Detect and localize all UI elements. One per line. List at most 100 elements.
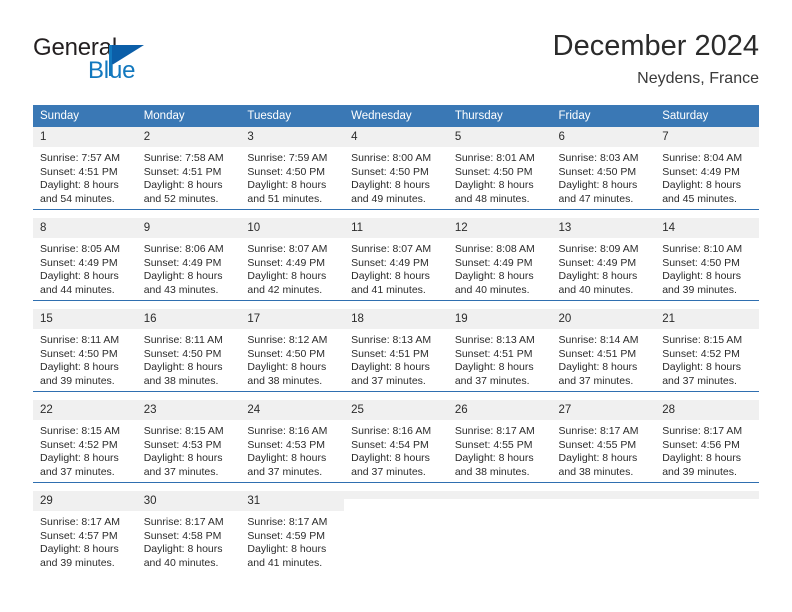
calendar-day-cell[interactable]: 8 Sunrise: 8:05 AM Sunset: 4:49 PM Daylight… — [33, 218, 137, 301]
calendar-day-cell[interactable]: 12 Sunrise: 8:08 AM Sunset: 4:49 PM Dayligh… — [447, 218, 552, 301]
calendar-day-cell[interactable]: 17 Sunrise: 8:12 AM Sunset: 4:50 PM Dayligh… — [240, 309, 345, 392]
calendar-day-cell[interactable]: 16 Sunrise: 8:11 AM Sunset: 4:50 PM Dayligh… — [136, 309, 241, 392]
day-detail: Sunrise: 8:15 AM Sunset: 4:52 PM Daylight:… — [655, 329, 759, 388]
week-separator — [33, 209, 759, 218]
day-detail: Sunrise: 8:17 AM Sunset: 4:58 PM Daylight:… — [137, 511, 241, 570]
day-number — [447, 491, 552, 499]
page-title: December 2024 — [552, 30, 759, 62]
daylight-duration-line1: Daylight: 8 hours — [662, 452, 742, 465]
weekday-header-wednesday: Wednesday — [344, 105, 448, 127]
calendar-day-cell[interactable]: 19 Sunrise: 8:13 AM Sunset: 4:51 PM Dayligh… — [447, 309, 552, 392]
sunrise-time: Sunrise: 8:11 AM — [40, 334, 120, 346]
daylight-duration-line1: Daylight: 8 hours — [662, 361, 742, 374]
calendar-day-cell[interactable]: 29 Sunrise: 8:17 AM Sunset: 4:57 PM Dayligh… — [33, 491, 137, 573]
daylight-duration-line1: Daylight: 8 hours — [247, 452, 327, 465]
day-number: 15 — [33, 309, 137, 329]
calendar-day-cell[interactable]: 6 Sunrise: 8:03 AM Sunset: 4:50 PM Daylight… — [551, 127, 656, 210]
calendar-day-cell[interactable]: 14 Sunrise: 8:10 AM Sunset: 4:50 PM Dayligh… — [655, 218, 759, 301]
daylight-duration-line1: Daylight: 8 hours — [143, 543, 223, 556]
calendar-day-cell[interactable]: 11 Sunrise: 8:07 AM Sunset: 4:49 PM Dayligh… — [344, 218, 448, 301]
calendar-page: General Blue December 2024 Neydens, Fran… — [0, 0, 792, 612]
calendar-day-cell[interactable]: 20 Sunrise: 8:14 AM Sunset: 4:51 PM Dayligh… — [551, 309, 656, 392]
day-number: 30 — [136, 491, 241, 511]
daylight-duration-line1: Daylight: 8 hours — [143, 179, 223, 192]
day-number: 19 — [447, 309, 552, 329]
sunrise-time: Sunrise: 7:58 AM — [143, 152, 224, 164]
daylight-duration-line1: Daylight: 8 hours — [454, 179, 534, 192]
daylight-duration-line2: and 37 minutes. — [558, 374, 634, 387]
daylight-duration-line1: Daylight: 8 hours — [454, 361, 534, 374]
day-detail: Sunrise: 8:05 AM Sunset: 4:49 PM Daylight:… — [33, 238, 137, 297]
calendar-day-cell[interactable]: 18 Sunrise: 8:13 AM Sunset: 4:51 PM Dayligh… — [344, 309, 448, 392]
day-detail: Sunrise: 8:12 AM Sunset: 4:50 PM Daylight:… — [240, 329, 344, 388]
sunset-time: Sunset: 4:53 PM — [143, 438, 222, 451]
day-number: 10 — [240, 218, 345, 238]
calendar-day-cell[interactable]: 5 Sunrise: 8:01 AM Sunset: 4:50 PM Daylight… — [447, 127, 552, 210]
daylight-duration-line2: and 39 minutes. — [662, 283, 737, 296]
daylight-duration-line2: and 37 minutes. — [40, 465, 115, 478]
calendar-day-cell[interactable]: 3 Sunrise: 7:59 AM Sunset: 4:50 PM Daylight… — [240, 127, 345, 210]
calendar-day-cell[interactable]: 30 Sunrise: 8:17 AM Sunset: 4:58 PM Dayligh… — [136, 491, 241, 573]
page-header: General Blue December 2024 Neydens, Fran… — [33, 28, 759, 98]
sunset-time: Sunset: 4:55 PM — [454, 438, 533, 451]
sunset-time: Sunset: 4:51 PM — [40, 165, 118, 178]
calendar-day-cell[interactable]: 15 Sunrise: 8:11 AM Sunset: 4:50 PM Dayligh… — [33, 309, 137, 392]
daylight-duration-line1: Daylight: 8 hours — [558, 452, 638, 465]
week-separator — [33, 391, 759, 400]
calendar-day-cell[interactable]: 24 Sunrise: 8:16 AM Sunset: 4:53 PM Dayligh… — [240, 400, 345, 483]
sunset-time: Sunset: 4:49 PM — [247, 256, 326, 269]
daylight-duration-line1: Daylight: 8 hours — [662, 270, 742, 283]
day-number — [551, 491, 656, 499]
sunrise-time: Sunrise: 7:57 AM — [40, 152, 120, 164]
sunrise-time: Sunrise: 8:05 AM — [40, 243, 120, 255]
day-number: 2 — [136, 127, 241, 147]
daylight-duration-line1: Daylight: 8 hours — [143, 452, 223, 465]
calendar-week-row: 15 Sunrise: 8:11 AM Sunset: 4:50 PM Dayligh… — [33, 309, 759, 392]
daylight-duration-line2: and 38 minutes. — [143, 374, 219, 387]
sunrise-time: Sunrise: 8:10 AM — [662, 243, 743, 255]
calendar-day-cell[interactable]: 9 Sunrise: 8:06 AM Sunset: 4:49 PM Daylight… — [136, 218, 241, 301]
calendar-day-cell[interactable]: 10 Sunrise: 8:07 AM Sunset: 4:49 PM Dayligh… — [240, 218, 345, 301]
calendar-day-cell[interactable]: 23 Sunrise: 8:15 AM Sunset: 4:53 PM Dayligh… — [136, 400, 241, 483]
daylight-duration-line2: and 37 minutes. — [351, 374, 426, 387]
calendar-day-cell[interactable]: 7 Sunrise: 8:04 AM Sunset: 4:49 PM Daylight… — [655, 127, 759, 210]
sunrise-time: Sunrise: 8:17 AM — [247, 516, 328, 528]
calendar-day-cell[interactable]: 21 Sunrise: 8:15 AM Sunset: 4:52 PM Dayligh… — [655, 309, 759, 392]
daylight-duration-line1: Daylight: 8 hours — [662, 179, 742, 192]
sunrise-time: Sunrise: 8:08 AM — [454, 243, 535, 255]
sunrise-time: Sunrise: 8:15 AM — [143, 425, 224, 437]
calendar-day-cell[interactable]: 27 Sunrise: 8:17 AM Sunset: 4:55 PM Dayligh… — [551, 400, 656, 483]
day-number: 14 — [655, 218, 759, 238]
sunset-time: Sunset: 4:51 PM — [351, 347, 429, 360]
calendar-day-cell[interactable]: 26 Sunrise: 8:17 AM Sunset: 4:55 PM Dayligh… — [447, 400, 552, 483]
calendar-day-cell[interactable]: 31 Sunrise: 8:17 AM Sunset: 4:59 PM Dayligh… — [240, 491, 345, 573]
day-detail: Sunrise: 8:07 AM Sunset: 4:49 PM Daylight:… — [344, 238, 448, 297]
day-detail: Sunrise: 8:06 AM Sunset: 4:49 PM Daylight:… — [137, 238, 241, 297]
day-number: 20 — [551, 309, 656, 329]
day-detail: Sunrise: 8:10 AM Sunset: 4:50 PM Daylight:… — [655, 238, 759, 297]
calendar-day-cell[interactable]: 1 Sunrise: 7:57 AM Sunset: 4:51 PM Daylight… — [33, 127, 137, 210]
calendar-day-cell[interactable]: 4 Sunrise: 8:00 AM Sunset: 4:50 PM Daylight… — [344, 127, 448, 210]
day-number: 16 — [136, 309, 241, 329]
calendar-header-row: Sunday Monday Tuesday Wednesday Thursday… — [33, 105, 759, 127]
sunset-time: Sunset: 4:59 PM — [247, 529, 326, 542]
calendar-day-cell[interactable]: 25 Sunrise: 8:16 AM Sunset: 4:54 PM Dayligh… — [344, 400, 448, 483]
daylight-duration-line2: and 52 minutes. — [143, 192, 219, 205]
week-separator — [33, 300, 759, 309]
sunset-time: Sunset: 4:55 PM — [558, 438, 637, 451]
calendar-day-cell[interactable]: 28 Sunrise: 8:17 AM Sunset: 4:56 PM Dayligh… — [655, 400, 759, 483]
daylight-duration-line2: and 42 minutes. — [247, 283, 323, 296]
day-number — [344, 491, 448, 499]
calendar-day-cell[interactable]: 22 Sunrise: 8:15 AM Sunset: 4:52 PM Dayligh… — [33, 400, 137, 483]
calendar-day-cell[interactable]: 13 Sunrise: 8:09 AM Sunset: 4:49 PM Dayligh… — [551, 218, 656, 301]
calendar-day-cell[interactable]: 2 Sunrise: 7:58 AM Sunset: 4:51 PM Daylight… — [136, 127, 241, 210]
day-detail: Sunrise: 8:16 AM Sunset: 4:53 PM Daylight:… — [240, 420, 344, 479]
calendar-week-row: 8 Sunrise: 8:05 AM Sunset: 4:49 PM Daylight… — [33, 218, 759, 301]
sunrise-time: Sunrise: 8:00 AM — [351, 152, 432, 164]
daylight-duration-line1: Daylight: 8 hours — [558, 361, 638, 374]
weekday-header-friday: Friday — [551, 105, 656, 127]
general-blue-logo[interactable]: General Blue — [33, 34, 253, 92]
day-detail: Sunrise: 8:15 AM Sunset: 4:52 PM Daylight:… — [33, 420, 137, 479]
day-number: 12 — [447, 218, 552, 238]
day-detail: Sunrise: 8:08 AM Sunset: 4:49 PM Daylight:… — [448, 238, 552, 297]
